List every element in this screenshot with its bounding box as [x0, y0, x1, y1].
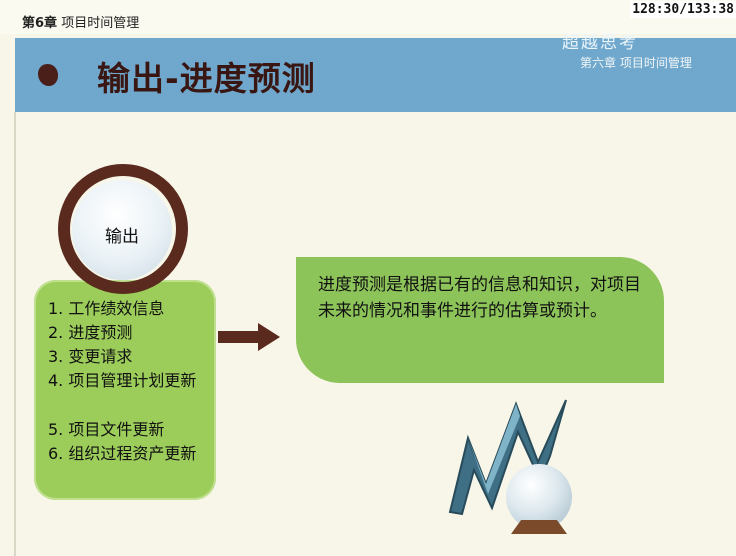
- definition-text: 进度预测是根据已有的信息和知识，对项目未来的情况和事件进行的估算或预计。: [318, 275, 641, 321]
- output-item: 3. 变更请求: [48, 347, 133, 366]
- left-divider: [14, 112, 16, 556]
- chapter-title: 项目时间管理: [61, 16, 140, 31]
- output-item: 5. 项目文件更新: [48, 420, 165, 439]
- banner-subtitle: 第六章 项目时间管理: [580, 56, 692, 70]
- output-item: 2. 进度预测: [48, 323, 133, 342]
- output-item: 1. 工作绩效信息: [48, 299, 165, 318]
- output-item: 6. 组织过程资产更新: [48, 444, 197, 463]
- circle-label: 输出: [105, 227, 139, 247]
- right-arrow-icon: [218, 323, 280, 351]
- outputs-list-box: 1. 工作绩效信息 2. 进度预测 3. 变更请求 4. 项目管理计划更新 5.…: [34, 280, 216, 500]
- chapter-number: 第6章: [22, 16, 58, 31]
- bullet-shape-icon: [38, 64, 58, 86]
- page-counter: 128:30/133:38: [630, 1, 736, 18]
- slide-title: 输出-进度预测: [97, 59, 316, 98]
- output-item: 4. 项目管理计划更新: [48, 371, 197, 390]
- brand-watermark: 超越思考: [562, 33, 638, 53]
- chapter-header: 第6章 项目时间管理: [22, 12, 139, 31]
